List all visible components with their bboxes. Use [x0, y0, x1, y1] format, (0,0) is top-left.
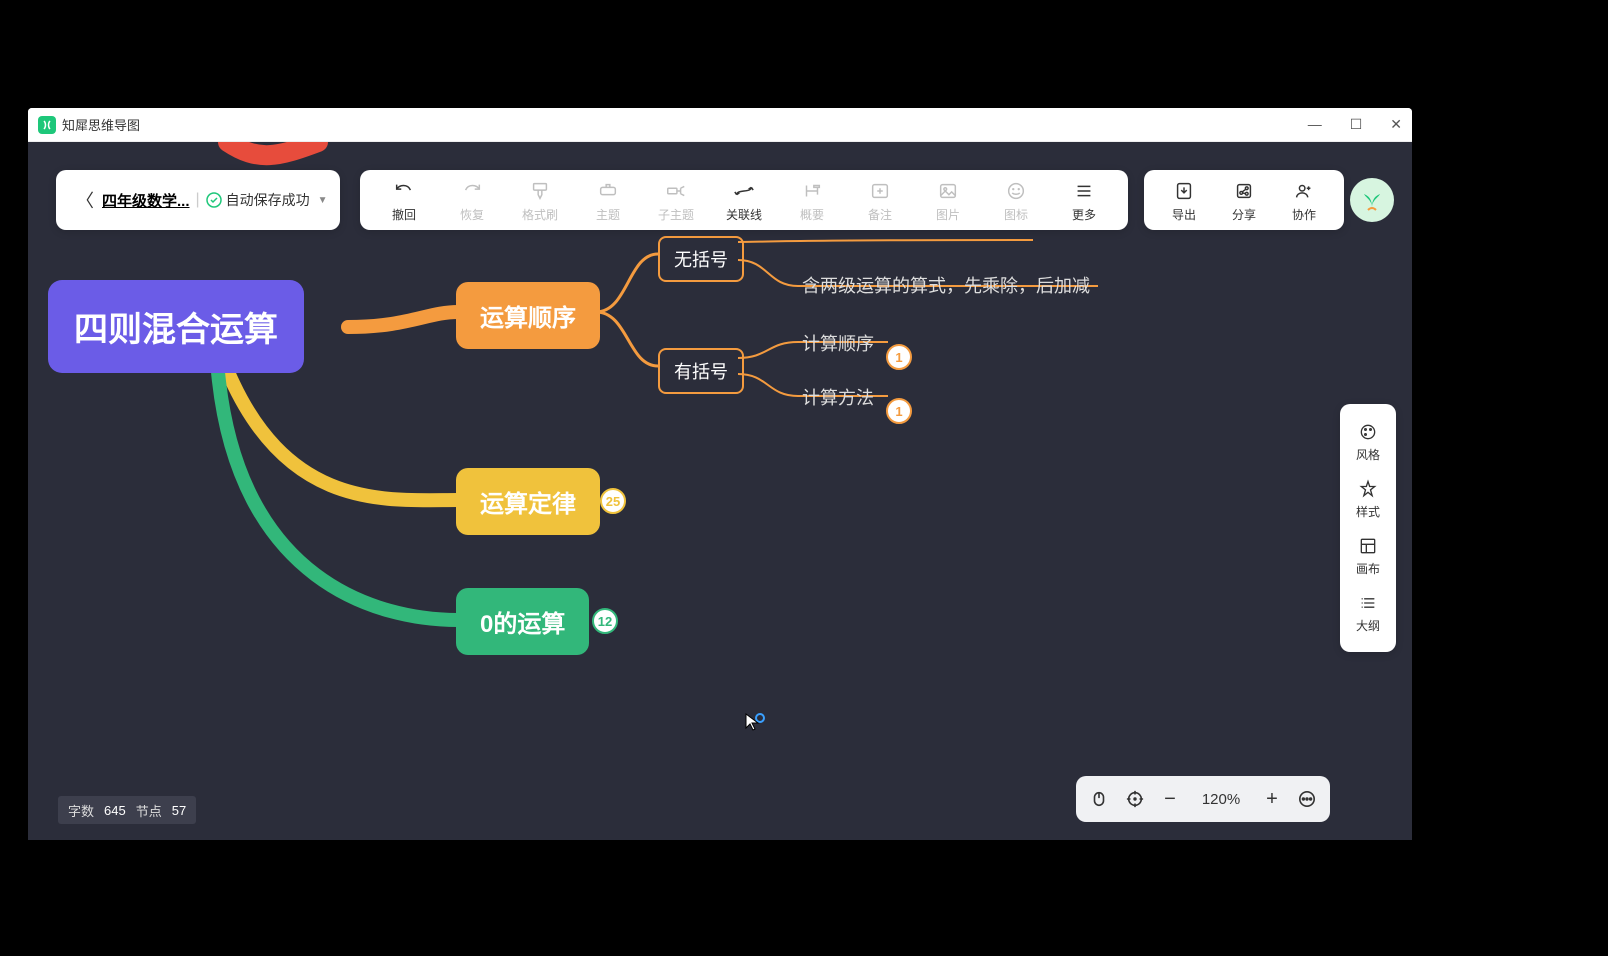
mouse-cursor-icon — [744, 712, 766, 739]
back-button[interactable]: 〈 — [68, 187, 102, 213]
style-button[interactable]: 风格 — [1340, 414, 1396, 471]
paint-icon — [529, 180, 551, 202]
zoom-value[interactable]: 120% — [1196, 791, 1246, 808]
title-bar: 知犀思维导图 — ☐ ✕ — [28, 108, 1412, 142]
node-count-label: 节点 — [136, 801, 162, 820]
word-count-label: 字数 — [68, 801, 94, 820]
zoom-out-button[interactable]: − — [1162, 788, 1178, 811]
undo-button[interactable]: 撤回 — [370, 172, 438, 228]
locate-icon[interactable] — [1126, 790, 1144, 808]
mindmap-node-with-bracket[interactable]: 有括号 — [658, 348, 744, 394]
summary-icon — [801, 180, 823, 202]
mouse-icon[interactable] — [1090, 790, 1108, 808]
chevron-down-icon: ▼ — [318, 195, 328, 206]
breadcrumb-bar: 〈 四年级数学... | 自动保存成功 ▼ — [56, 170, 340, 230]
summary-button[interactable]: 概要 — [778, 172, 846, 228]
smile-icon — [1005, 180, 1027, 202]
note-button[interactable]: 备注 — [846, 172, 914, 228]
zoom-in-button[interactable]: + — [1264, 788, 1280, 811]
subtopic-button[interactable]: 子主题 — [642, 172, 710, 228]
layout-icon — [1358, 536, 1378, 556]
more-circle-icon[interactable] — [1298, 790, 1316, 808]
mindmap-leaf-calc-order[interactable]: 计算顺序 — [802, 330, 874, 356]
menu-icon — [1073, 180, 1095, 202]
format-painter-button[interactable]: 格式刷 — [506, 172, 574, 228]
redo-icon — [461, 180, 483, 202]
subtopic-icon — [665, 180, 687, 202]
plant-icon — [1358, 186, 1386, 214]
share-icon — [1233, 180, 1255, 202]
collab-button[interactable]: 协作 — [1274, 172, 1334, 228]
palette-icon — [1358, 422, 1378, 442]
check-circle-icon — [206, 192, 222, 208]
mindmap-leaf-calc-method[interactable]: 计算方法 — [802, 384, 874, 410]
more-button[interactable]: 更多 — [1050, 172, 1118, 228]
collab-icon — [1293, 180, 1315, 202]
relation-button[interactable]: 关联线 — [710, 172, 778, 228]
document-name[interactable]: 四年级数学... — [102, 190, 190, 211]
topic-button[interactable]: 主题 — [574, 172, 642, 228]
zoom-bar: − 120% + — [1076, 776, 1330, 822]
mindmap-leaf-rule[interactable]: 含两级运算的算式，先乘除，后加减 — [802, 272, 1090, 298]
window-title: 知犀思维导图 — [62, 115, 140, 134]
canvas-button[interactable]: 画布 — [1340, 528, 1396, 585]
close-button[interactable]: ✕ — [1390, 116, 1402, 133]
maximize-button[interactable]: ☐ — [1350, 116, 1363, 133]
icon-button[interactable]: 图标 — [982, 172, 1050, 228]
user-avatar[interactable] — [1350, 178, 1394, 222]
main-toolbar: 撤回 恢复 格式刷 主题 子主题 关联线 — [360, 170, 1128, 230]
count-badge-calc-method[interactable]: 1 — [886, 398, 912, 424]
side-panel: 风格 样式 画布 大纲 — [1340, 404, 1396, 652]
right-toolbar: 导出 分享 协作 — [1144, 170, 1344, 230]
relation-icon — [733, 180, 755, 202]
mindmap-node-no-bracket[interactable]: 无括号 — [658, 236, 744, 282]
word-count-value: 645 — [104, 803, 126, 818]
share-button[interactable]: 分享 — [1214, 172, 1274, 228]
canvas[interactable]: 〈 四年级数学... | 自动保存成功 ▼ 撤回 恢复 格式刷 — [28, 142, 1412, 840]
list-icon — [1358, 593, 1378, 613]
image-icon — [937, 180, 959, 202]
count-badge-law[interactable]: 25 — [600, 488, 626, 514]
mindmap-node-order[interactable]: 运算顺序 — [456, 282, 600, 349]
topic-icon — [597, 180, 619, 202]
save-status[interactable]: 自动保存成功 ▼ — [206, 190, 328, 210]
app-window: 知犀思维导图 — ☐ ✕ 〈 四年级数学... | 自动保存成功 ▼ 撤回 — [28, 108, 1412, 840]
minimize-button[interactable]: — — [1308, 116, 1322, 133]
redo-button[interactable]: 恢复 — [438, 172, 506, 228]
star-icon — [1358, 479, 1378, 499]
outline-button[interactable]: 大纲 — [1340, 585, 1396, 642]
count-badge-zero[interactable]: 12 — [592, 608, 618, 634]
undo-icon — [393, 180, 415, 202]
status-bar: 字数 645 节点 57 — [58, 796, 196, 824]
export-button[interactable]: 导出 — [1154, 172, 1214, 228]
image-button[interactable]: 图片 — [914, 172, 982, 228]
count-badge-calc-order[interactable]: 1 — [886, 344, 912, 370]
node-count-value: 57 — [172, 803, 186, 818]
mindmap-root-node[interactable]: 四则混合运算 — [48, 280, 304, 373]
mindmap-node-law[interactable]: 运算定律 — [456, 468, 600, 535]
app-logo-icon — [38, 116, 56, 134]
mindmap-node-zero[interactable]: 0的运算 — [456, 588, 589, 655]
format-button[interactable]: 样式 — [1340, 471, 1396, 528]
export-icon — [1173, 180, 1195, 202]
note-icon — [869, 180, 891, 202]
